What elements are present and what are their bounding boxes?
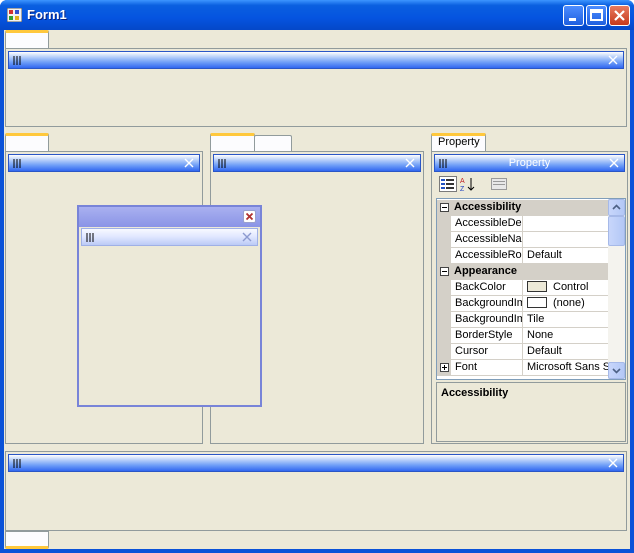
category-accessibility[interactable]: Accessibility: [437, 200, 609, 216]
bottom-panel-caption[interactable]: [8, 454, 624, 472]
maximize-button[interactable]: [586, 5, 607, 26]
chevron-down-icon: [612, 368, 621, 374]
grip-icon[interactable]: [85, 232, 95, 243]
left-tab[interactable]: [5, 133, 49, 152]
top-tab[interactable]: [5, 30, 49, 49]
window-title: Form1: [27, 7, 67, 22]
floating-dock-window[interactable]: [77, 205, 262, 407]
property-value[interactable]: Default: [523, 344, 609, 360]
close-icon: [245, 212, 254, 221]
center-panel-caption[interactable]: [213, 154, 421, 172]
color-swatch: [527, 281, 547, 292]
scroll-up-button[interactable]: [608, 199, 625, 216]
minimize-icon: [569, 18, 576, 21]
property-row[interactable]: BackgroundIm Tile: [437, 312, 609, 328]
collapse-icon[interactable]: [440, 203, 449, 212]
property-row[interactable]: AccessibleNar: [437, 232, 609, 248]
tab-property[interactable]: Property: [431, 133, 486, 152]
floating-panel-caption[interactable]: [81, 228, 258, 246]
property-value[interactable]: [523, 232, 609, 248]
property-grid: Accessibility AccessibleDes AccessibleNa…: [436, 198, 626, 380]
vertical-scrollbar[interactable]: [608, 199, 625, 379]
title-bar[interactable]: Form1: [0, 0, 634, 30]
close-icon[interactable]: [183, 157, 195, 169]
property-value[interactable]: (none): [523, 296, 609, 312]
property-value[interactable]: [523, 216, 609, 232]
svg-text:A: A: [460, 178, 465, 185]
property-row[interactable]: BackgroundIm (none): [437, 296, 609, 312]
category-appearance[interactable]: Appearance: [437, 264, 609, 280]
grip-icon[interactable]: [12, 458, 22, 469]
image-swatch: [527, 297, 547, 308]
property-value[interactable]: None: [523, 328, 609, 344]
bottom-tab[interactable]: [5, 531, 49, 549]
center-tab-1[interactable]: [210, 133, 255, 152]
collapse-icon[interactable]: [440, 267, 449, 276]
close-icon[interactable]: [404, 157, 416, 169]
property-value[interactable]: Default: [523, 248, 609, 264]
grip-icon[interactable]: [217, 158, 227, 169]
property-name: BackColor: [451, 280, 523, 296]
svg-text:Z: Z: [460, 186, 465, 192]
property-row[interactable]: AccessibleRol Default: [437, 248, 609, 264]
property-name: AccessibleRol: [451, 248, 523, 264]
chevron-up-icon: [612, 204, 621, 210]
scroll-thumb[interactable]: [608, 216, 625, 246]
maximize-icon: [590, 9, 603, 21]
categorized-icon[interactable]: [439, 176, 457, 192]
alphabetical-sort-icon[interactable]: A Z: [459, 176, 477, 192]
grip-icon[interactable]: [12, 158, 22, 169]
scroll-down-button[interactable]: [608, 362, 625, 379]
description-pane: Accessibility: [436, 382, 626, 442]
property-row[interactable]: BorderStyle None: [437, 328, 609, 344]
property-name: AccessibleNar: [451, 232, 523, 248]
close-icon: [614, 10, 625, 21]
property-name: Font: [451, 360, 523, 376]
property-panel-caption[interactable]: Property: [434, 154, 625, 172]
left-panel-caption[interactable]: [8, 154, 200, 172]
property-name: Cursor: [451, 344, 523, 360]
top-dock-panel: [5, 48, 627, 127]
minimize-button[interactable]: [563, 5, 584, 26]
property-name: BackgroundIm: [451, 312, 523, 328]
close-icon[interactable]: [241, 231, 253, 243]
property-row[interactable]: BackColor Control: [437, 280, 609, 296]
property-row[interactable]: AccessibleDes: [437, 216, 609, 232]
property-toolbar: A Z: [436, 172, 626, 196]
close-icon[interactable]: [608, 157, 620, 169]
close-icon[interactable]: [607, 457, 619, 469]
property-name: BorderStyle: [451, 328, 523, 344]
property-value[interactable]: Tile: [523, 312, 609, 328]
grip-icon[interactable]: [12, 55, 22, 66]
description-title: Accessibility: [441, 387, 509, 399]
property-row[interactable]: Cursor Default: [437, 344, 609, 360]
close-icon[interactable]: [607, 54, 619, 66]
tab-property-label: Property: [438, 136, 480, 148]
property-name: BackgroundIm: [451, 296, 523, 312]
property-pages-icon[interactable]: [490, 176, 508, 192]
close-button[interactable]: [609, 5, 630, 26]
property-value[interactable]: Microsoft Sans Se: [523, 360, 609, 376]
floating-close-button[interactable]: [243, 210, 256, 223]
property-name: AccessibleDes: [451, 216, 523, 232]
property-value[interactable]: Control: [523, 280, 609, 296]
property-caption-title: Property: [508, 157, 551, 169]
top-panel-caption[interactable]: [8, 51, 624, 69]
expand-icon[interactable]: [440, 363, 449, 372]
bottom-dock-panel: [5, 451, 627, 531]
floating-window-titlebar[interactable]: [79, 207, 260, 227]
property-row[interactable]: Font Microsoft Sans Se: [437, 360, 609, 376]
app-icon: [7, 8, 22, 22]
